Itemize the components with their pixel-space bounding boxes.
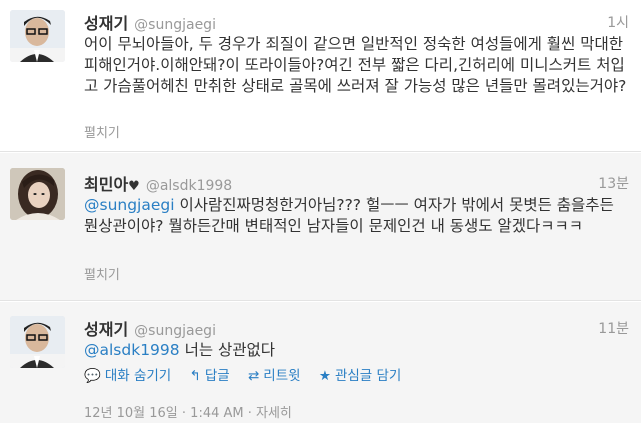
avatar[interactable] [10, 316, 65, 368]
author-screenname[interactable]: @alsdk1998 [146, 178, 232, 194]
tweet-timestamp[interactable]: 13분 [598, 173, 629, 193]
reply-button[interactable]: ↰ 답글 [190, 364, 230, 384]
favorite-button[interactable]: ★ 관심글 담기 [319, 364, 402, 384]
tweet-author[interactable]: 최민아♥ @alsdk1998 [84, 171, 232, 195]
author-screenname[interactable]: @sungjaegi [134, 323, 216, 339]
tweet-body: 너는 상관없다 [179, 341, 276, 359]
tweet-text: @alsdk1998 너는 상관없다 [84, 340, 632, 361]
action-label: 리트윗 [263, 368, 301, 384]
mention-link[interactable]: @alsdk1998 [84, 341, 180, 359]
tweet-actions: 💬 대화 숨기기 ↰ 답글 ⇄ 리트윗 ★ 관심글 담기 [84, 364, 415, 384]
tweet-author[interactable]: 성재기 @sungjaegi [84, 10, 216, 34]
avatar[interactable] [10, 168, 65, 220]
author-fullname[interactable]: 성재기 [84, 14, 128, 33]
tweet-meta[interactable]: 12년 10월 16일 · 1:44 AM · 자세히 [84, 402, 292, 421]
action-label: 대화 숨기기 [104, 368, 172, 384]
action-label: 답글 [204, 368, 230, 384]
retweet-icon: ⇄ [247, 368, 260, 384]
avatar[interactable] [10, 10, 65, 62]
tweet[interactable]: 성재기 @sungjaegi 11분 @alsdk1998 너는 상관없다 💬 대화… [0, 302, 641, 423]
action-label: 관심글 담기 [334, 368, 402, 384]
tweet[interactable]: 성재기 @sungjaegi 1시 어이 무뇌아들아, 두 경우가 죄질이 같으면… [0, 0, 641, 152]
author-fullname[interactable]: 최민아 [84, 175, 128, 194]
tweet-timestamp[interactable]: 11분 [598, 318, 629, 338]
expand-link[interactable]: 펼치기 [84, 264, 120, 283]
timeline: 성재기 @sungjaegi 1시 어이 무뇌아들아, 두 경우가 죄질이 같으면… [0, 0, 641, 423]
author-fullname[interactable]: 성재기 [84, 320, 128, 339]
expand-link[interactable]: 펼치기 [84, 122, 120, 141]
author-screenname[interactable]: @sungjaegi [134, 17, 216, 33]
tweet-author[interactable]: 성재기 @sungjaegi [84, 316, 216, 340]
star-icon: ★ [318, 368, 331, 384]
heart-icon: ♥ [128, 179, 140, 194]
hide-conversation-button[interactable]: 💬 대화 숨기기 [84, 364, 171, 384]
tweet-timestamp[interactable]: 1시 [607, 12, 629, 32]
speech-bubble-icon: 💬 [84, 368, 101, 384]
tweet-text: 어이 무뇌아들아, 두 경우가 죄질이 같으면 일반적인 정숙한 여성들에게 훨… [84, 35, 627, 95]
reply-icon: ↰ [189, 368, 201, 384]
mention-link[interactable]: @sungjaegi [84, 196, 175, 214]
tweet-text: @sungjaegi 이사람진짜멍청한거아님??? 헐ㅡㅡ 여자가 밖에서 못볏… [84, 195, 632, 237]
retweet-button[interactable]: ⇄ 리트윗 [248, 364, 301, 384]
tweet[interactable]: 최민아♥ @alsdk1998 13분 @sungjaegi 이사람진짜멍청한거아… [0, 153, 641, 301]
